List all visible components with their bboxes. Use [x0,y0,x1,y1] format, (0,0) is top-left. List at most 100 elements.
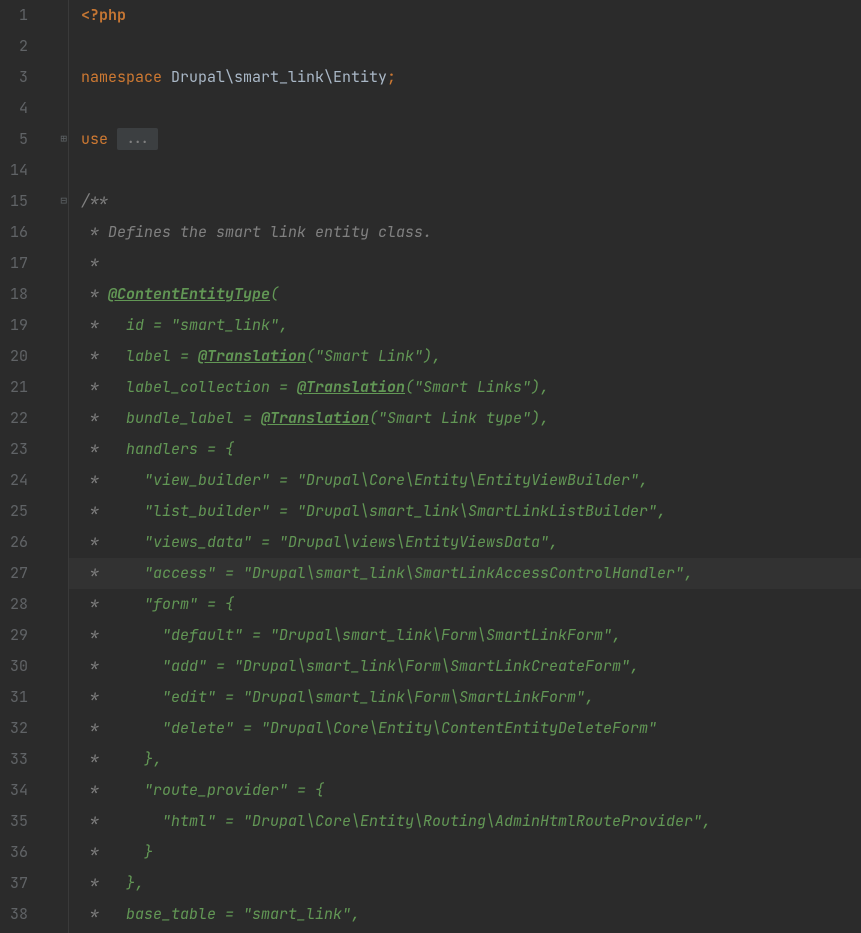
code-line[interactable]: * base_table = "smart_link", [81,899,861,930]
docblock-text: Defines the smart link entity class. [108,222,432,242]
code-line[interactable]: * "edit" = "Drupal\smart_link\Form\Smart… [81,682,861,713]
code-line[interactable]: * "html" = "Drupal\Core\Entity\Routing\A… [81,806,861,837]
docblock-text: } [108,842,153,862]
fold-collapse-icon[interactable]: ⊟ [36,186,69,217]
code-line[interactable]: * "views_data" = "Drupal\views\EntityVie… [81,527,861,558]
docblock-star: * [81,873,108,893]
code-line[interactable]: * "list_builder" = "Drupal\smart_link\Sm… [81,496,861,527]
line-number: 32 [0,713,28,744]
line-number: 36 [0,837,28,868]
line-number: 27 [0,558,28,589]
line-number: 19 [0,310,28,341]
docblock-text: ("Smart Link"), [306,346,441,366]
code-area[interactable]: <?php namespace Drupal\smart_link\Entity… [69,0,861,933]
code-line[interactable]: * Defines the smart link entity class. [81,217,861,248]
docblock-text: "access" = "Drupal\smart_link\SmartLinkA… [108,563,693,583]
docblock-star: * [81,315,108,335]
docblock-text: base_table = "smart_link", [108,904,360,924]
code-line[interactable]: * [81,248,861,279]
code-line[interactable]: use ... [81,124,861,155]
keyword-namespace: namespace [81,67,162,87]
line-number: 33 [0,744,28,775]
code-line[interactable]: /** [81,186,861,217]
docblock-text: }, [108,749,162,769]
code-line[interactable]: * id = "smart_link", [81,310,861,341]
code-line[interactable]: * "add" = "Drupal\smart_link\Form\SmartL… [81,651,861,682]
code-line[interactable] [81,93,861,124]
code-line[interactable]: * }, [81,744,861,775]
line-number: 26 [0,527,28,558]
line-number: 20 [0,341,28,372]
docblock-star: * [81,718,108,738]
line-number: 34 [0,775,28,806]
code-line[interactable]: * "route_provider" = { [81,775,861,806]
line-number: 30 [0,651,28,682]
docblock-open: /** [81,191,108,211]
fold-placeholder[interactable]: ... [117,128,158,150]
docblock-text: "views_data" = "Drupal\views\EntityViews… [108,532,558,552]
fold-column[interactable]: ⊞⊟ [36,0,69,933]
docblock-star: * [81,749,108,769]
line-number: 14 [0,155,28,186]
docblock-star: * [81,563,108,583]
code-line[interactable]: * @ContentEntityType( [81,279,861,310]
line-number: 18 [0,279,28,310]
code-line[interactable]: * } [81,837,861,868]
code-editor[interactable]: 1234514151617181920212223242526272829303… [0,0,861,933]
docblock-text: "edit" = "Drupal\smart_link\Form\SmartLi… [108,687,594,707]
docblock-star: * [81,346,108,366]
code-line[interactable]: * }, [81,868,861,899]
line-number: 5 [0,124,28,155]
code-line[interactable]: <?php [81,0,861,31]
docblock-star: * [81,501,108,521]
code-line[interactable]: * handlers = { [81,434,861,465]
code-line[interactable] [81,155,861,186]
docblock-star: * [81,222,108,242]
docblock-star: * [81,687,108,707]
line-number: 28 [0,589,28,620]
line-number: 16 [0,217,28,248]
line-number: 29 [0,620,28,651]
code-line[interactable]: * "default" = "Drupal\smart_link\Form\Sm… [81,620,861,651]
docblock-text: "delete" = "Drupal\Core\Entity\ContentEn… [108,718,657,738]
line-number: 31 [0,682,28,713]
code-line[interactable]: * label = @Translation("Smart Link"), [81,341,861,372]
line-number-gutter: 1234514151617181920212223242526272829303… [0,0,36,933]
line-number: 24 [0,465,28,496]
line-number: 17 [0,248,28,279]
docblock-star: * [81,377,108,397]
docblock-star: * [81,904,108,924]
code-line[interactable] [81,31,861,62]
docblock-text: "default" = "Drupal\smart_link\Form\Smar… [108,625,621,645]
docblock-star: * [81,594,108,614]
code-line[interactable]: * bundle_label = @Translation("Smart Lin… [81,403,861,434]
line-number: 37 [0,868,28,899]
docblock-text: label = [108,346,198,366]
semicolon: ; [387,67,396,87]
code-line[interactable]: * "access" = "Drupal\smart_link\SmartLin… [69,558,861,589]
docblock-text: ( [270,284,279,304]
code-line[interactable]: * label_collection = @Translation("Smart… [81,372,861,403]
code-line[interactable]: * "form" = { [81,589,861,620]
fold-expand-icon[interactable]: ⊞ [36,124,69,155]
line-number: 23 [0,434,28,465]
code-line[interactable]: * "view_builder" = "Drupal\Core\Entity\E… [81,465,861,496]
docblock-text: }, [108,873,144,893]
docblock-star: * [81,656,108,676]
php-open-tag: <?php [81,5,126,25]
code-line[interactable]: * "delete" = "Drupal\Core\Entity\Content… [81,713,861,744]
line-number: 21 [0,372,28,403]
keyword-use: use [81,129,108,149]
docblock-star: * [81,253,99,273]
annotation: @ContentEntityType [108,284,270,304]
docblock-text: "list_builder" = "Drupal\smart_link\Smar… [108,501,666,521]
line-number: 15 [0,186,28,217]
code-line[interactable]: namespace Drupal\smart_link\Entity; [81,62,861,93]
docblock-text: "form" = { [108,594,234,614]
namespace-path: Drupal\smart_link\Entity [171,67,387,87]
docblock-text: id = "smart_link", [108,315,288,335]
docblock-star: * [81,470,108,490]
docblock-star: * [81,811,108,831]
line-number: 3 [0,62,28,93]
docblock-text: ("Smart Link type"), [369,408,549,428]
